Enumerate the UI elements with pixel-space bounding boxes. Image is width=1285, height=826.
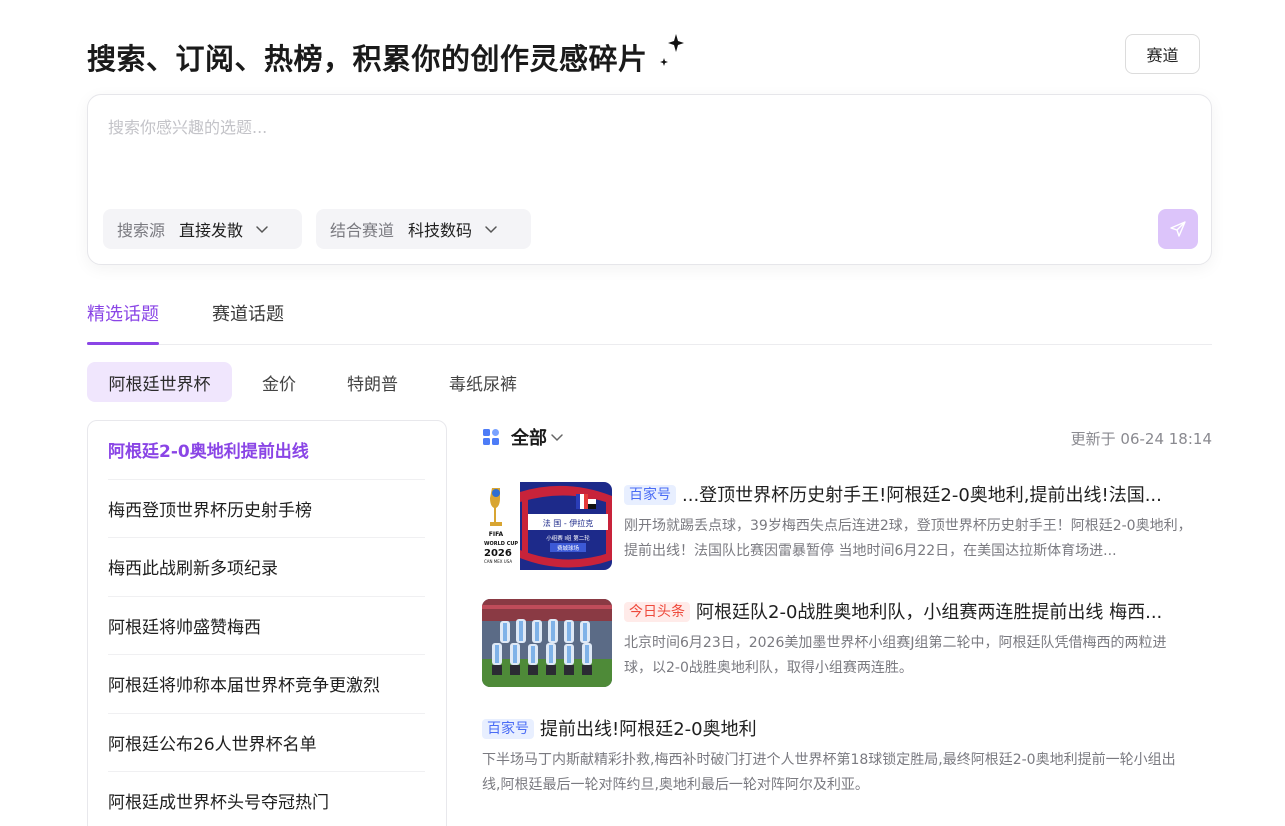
thumb-venue-text: 费城球场 (557, 544, 580, 552)
news-thumbnail (482, 599, 612, 687)
chip-gold-price[interactable]: 金价 (262, 362, 296, 402)
chip-toxic-diapers[interactable]: 毒纸尿裤 (449, 362, 517, 402)
track-dropdown-label: 结合赛道 (330, 221, 395, 240)
track-dropdown[interactable]: 结合赛道 科技数码 (316, 209, 531, 249)
news-text: 百家号 ...登顶世界杯历史射手王!阿根廷2-0奥地利,提前出线!法国... 刚开… (624, 482, 1194, 564)
news-title: 百家号 ...登顶世界杯历史射手王!阿根廷2-0奥地利,提前出线!法国... (624, 482, 1194, 510)
topic-item[interactable]: 梅西此战刷新多项纪录 (108, 538, 425, 597)
news-summary: 下半场马丁内斯献精彩扑救,梅西补时破门打进个人世界杯第18球锁定胜局,最终阿根廷… (482, 752, 1176, 793)
thumb-year-text: 2026 (484, 548, 512, 559)
search-source-value: 直接发散 (179, 221, 244, 240)
track-button[interactable]: 赛道 (1125, 34, 1200, 74)
grid-icon (483, 429, 499, 445)
send-icon (1170, 221, 1186, 237)
news-item[interactable]: 百家号 提前出线!阿根廷2-0奥地利 下半场马丁内斯献精彩扑救,梅西补时破门打进个… (482, 716, 1212, 806)
news-title: 今日头条 阿根廷队2-0战胜奥地利队，小组赛两连胜提前出线 梅西... (624, 599, 1194, 627)
search-source-label: 搜索源 (117, 221, 166, 240)
topic-item[interactable]: 阿根廷2-0奥地利提前出线 (108, 421, 425, 480)
thumb-cup-text: WORLD CUP (484, 541, 518, 547)
search-box: 搜索源 直接发散 结合赛道 科技数码 (87, 94, 1212, 265)
news-item[interactable]: 法 国 - 伊拉克 小组赛 I组 第二轮 费城球场 FIFA WORLD CUP… (482, 482, 1212, 572)
feed-header: 全部 更新于 06-24 18:14 (482, 424, 1212, 452)
chevron-down-icon (551, 434, 563, 442)
chip-trump[interactable]: 特朗普 (347, 362, 398, 402)
thumb-hosts-text: CAN MEX USA (484, 559, 512, 564)
chevron-down-icon (485, 226, 497, 234)
track-dropdown-value: 科技数码 (408, 221, 473, 240)
search-source-dropdown[interactable]: 搜索源 直接发散 (103, 209, 302, 249)
topic-item[interactable]: 阿根廷公布26人世界杯名单 (108, 714, 425, 772)
sparkle-icon (660, 34, 684, 66)
news-thumbnail: 法 国 - 伊拉克 小组赛 I组 第二轮 费城球场 FIFA WORLD CUP… (482, 482, 612, 570)
thumb-brand-text: FIFA (489, 531, 504, 538)
source-badge: 百家号 (482, 719, 534, 739)
feed-filter-label: 全部 (511, 428, 547, 449)
topic-item[interactable]: 阿根廷将帅盛赞梅西 (108, 597, 425, 655)
chevron-down-icon (256, 226, 268, 234)
search-input[interactable] (108, 113, 1108, 141)
chip-argentina-world-cup[interactable]: 阿根廷世界杯 (87, 362, 232, 402)
news-title-text: ...登顶世界杯历史射手王!阿根廷2-0奥地利,提前出线!法国... (682, 485, 1162, 506)
updated-timestamp: 更新于 06-24 18:14 (1070, 430, 1212, 448)
tab-track-topics[interactable]: 赛道话题 (212, 300, 284, 344)
news-item[interactable]: 今日头条 阿根廷队2-0战胜奥地利队，小组赛两连胜提前出线 梅西... 北京时间6… (482, 599, 1212, 689)
topic-item[interactable]: 阿根廷成世界杯头号夺冠热门 (108, 772, 425, 826)
feed-filter-dropdown[interactable]: 全部 (511, 424, 565, 450)
page-title: 搜索、订阅、热榜，积累你的创作灵感碎片 (87, 42, 648, 76)
thumb-match-text: 法 国 - 伊拉克 (543, 518, 594, 528)
topic-tabs: 精选话题 赛道话题 (87, 296, 1212, 345)
topic-item[interactable]: 梅西登顶世界杯历史射手榜 (108, 480, 425, 538)
thumb-round-text: 小组赛 I组 第二轮 (546, 534, 590, 542)
send-button[interactable] (1158, 209, 1198, 249)
news-title-text: 提前出线!阿根廷2-0奥地利 (540, 719, 757, 740)
topic-item[interactable]: 阿根廷将帅称本届世界杯竞争更激烈 (108, 655, 425, 714)
topic-list: 阿根廷2-0奥地利提前出线 梅西登顶世界杯历史射手榜 梅西此战刷新多项纪录 阿根… (87, 420, 447, 826)
source-badge: 今日头条 (624, 602, 690, 622)
news-summary: 北京时间6月23日，2026美加墨世界杯小组赛J组第二轮中，阿根廷队凭借梅西的两… (624, 635, 1167, 676)
news-text: 今日头条 阿根廷队2-0战胜奥地利队，小组赛两连胜提前出线 梅西... 北京时间6… (624, 599, 1194, 681)
tab-featured-topics[interactable]: 精选话题 (87, 300, 159, 345)
news-text: 百家号 提前出线!阿根廷2-0奥地利 下半场马丁内斯献精彩扑救,梅西补时破门打进个… (482, 716, 1194, 798)
news-title: 百家号 提前出线!阿根廷2-0奥地利 (482, 716, 1194, 744)
news-summary: 刚开场就踢丢点球，39岁梅西失点后连进2球，登顶世界杯历史射手王！阿根廷2-0奥… (624, 518, 1192, 559)
news-title-text: 阿根廷队2-0战胜奥地利队，小组赛两连胜提前出线 梅西... (696, 602, 1163, 623)
source-badge: 百家号 (624, 485, 676, 505)
